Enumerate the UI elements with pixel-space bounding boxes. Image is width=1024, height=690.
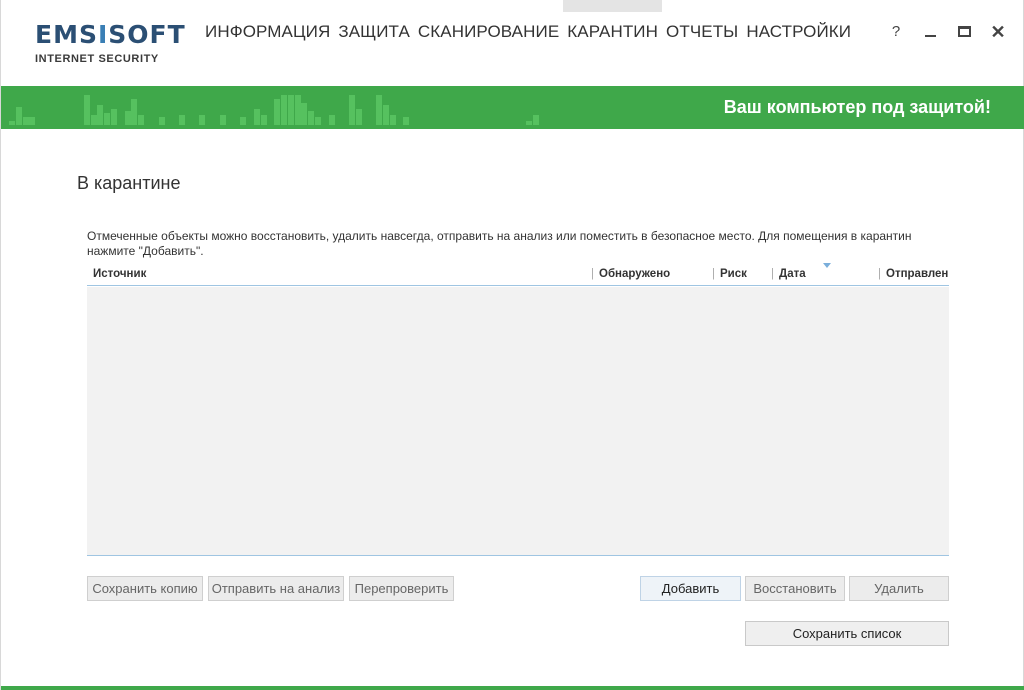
send-to-analysis-button[interactable]: Отправить на анализ <box>208 576 344 601</box>
rescan-button[interactable]: Перепроверить <box>349 576 454 601</box>
activity-bar <box>97 105 104 125</box>
minimize-icon <box>924 35 936 37</box>
activity-bar <box>376 95 383 125</box>
activity-bar <box>301 103 308 125</box>
activity-bar <box>383 105 389 125</box>
activity-bar <box>219 115 226 125</box>
activity-bar <box>111 109 117 125</box>
activity-bar <box>83 95 90 125</box>
activity-bar <box>308 111 315 125</box>
add-button[interactable]: Добавить <box>640 576 741 601</box>
activity-bar <box>281 95 287 125</box>
close-icon: ✕ <box>990 22 1006 42</box>
close-button[interactable]: ✕ <box>989 23 1007 41</box>
activity-bar <box>90 115 97 125</box>
nav-info[interactable]: ИНФОРМАЦИЯ <box>201 0 334 70</box>
activity-bar <box>199 115 206 125</box>
quarantine-table: Источник | Обнаружено | Риск | Дата | Отправ… <box>87 263 949 556</box>
save-list-button[interactable]: Сохранить список <box>745 621 949 646</box>
maximize-icon <box>957 26 971 37</box>
activity-bar <box>525 121 532 125</box>
column-header-detected[interactable]: | Обнаружено <box>591 268 670 280</box>
nav-reports[interactable]: ОТЧЕТЫ <box>662 0 742 70</box>
activity-bar <box>124 111 131 125</box>
emsisoft-logo: EMSISOFT INTERNET SECURITY <box>35 20 186 65</box>
save-copy-button[interactable]: Сохранить копию <box>87 576 203 601</box>
activity-graph-icon <box>1 86 541 125</box>
activity-bar <box>294 95 301 125</box>
activity-bar <box>260 115 267 125</box>
nav-protection[interactable]: ЗАЩИТА <box>334 0 414 70</box>
nav-quarantine[interactable]: КАРАНТИН <box>563 0 662 70</box>
column-header-source[interactable]: Источник <box>93 268 146 280</box>
activity-bar <box>355 109 362 125</box>
activity-bar <box>315 117 321 125</box>
bottom-accent-bar <box>1 686 1024 690</box>
activity-bar <box>389 115 396 125</box>
activity-bar <box>179 115 185 125</box>
nav-settings[interactable]: НАСТРОЙКИ <box>742 0 855 70</box>
activity-bar <box>287 95 294 125</box>
app-window: EMSISOFT INTERNET SECURITY ИНФОРМАЦИЯ ЗА… <box>0 0 1024 690</box>
activity-bar <box>403 117 410 125</box>
logo-product-name: INTERNET SECURITY <box>35 53 159 65</box>
activity-bar <box>253 109 260 125</box>
logo-wordmark: EMSISOFT <box>35 20 186 49</box>
activity-bar <box>138 115 145 125</box>
activity-bar <box>158 117 165 125</box>
activity-bar <box>9 121 15 125</box>
activity-bar <box>349 95 355 125</box>
sort-descending-icon <box>823 263 831 268</box>
maximize-button[interactable] <box>955 23 973 41</box>
protection-status-band: Ваш компьютер под защитой! <box>1 86 1024 129</box>
table-header: Источник | Обнаружено | Риск | Дата | Отправ… <box>87 263 949 286</box>
minimize-button[interactable] <box>921 23 939 41</box>
activity-bar <box>104 113 111 125</box>
page-description: Отмеченные объекты можно восстановить, у… <box>87 229 912 258</box>
activity-bar <box>29 117 36 125</box>
activity-bar <box>240 117 247 125</box>
window-controls: ? ✕ <box>887 23 1007 41</box>
column-header-risk[interactable]: | Риск <box>712 268 747 280</box>
restore-button[interactable]: Восстановить <box>745 576 845 601</box>
table-body-empty[interactable] <box>87 287 949 556</box>
activity-bar <box>274 99 281 125</box>
nav-scan[interactable]: СКАНИРОВАНИЕ <box>414 0 563 70</box>
page-title: В карантине <box>77 173 181 193</box>
activity-bar <box>15 107 22 125</box>
delete-button[interactable]: Удалить <box>849 576 949 601</box>
column-header-sent[interactable]: | Отправлен <box>878 268 948 280</box>
activity-bar <box>22 117 29 125</box>
protection-status-text: Ваш компьютер под защитой! <box>723 97 991 117</box>
help-button[interactable]: ? <box>887 23 905 41</box>
activity-bar <box>532 115 539 125</box>
main-nav: ИНФОРМАЦИЯ ЗАЩИТА СКАНИРОВАНИЕ КАРАНТИН … <box>201 0 855 70</box>
activity-bar <box>131 99 138 125</box>
column-header-date[interactable]: | Дата <box>771 268 806 280</box>
activity-bar <box>328 115 335 125</box>
